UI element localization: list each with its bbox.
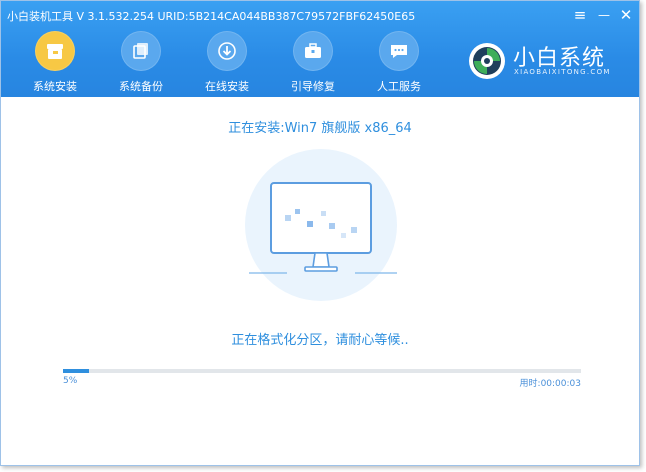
brand-url: XIAOBAIXITONG.COM	[514, 68, 611, 76]
installer-window: 小白装机工具 V 3.1.532.254 URID:5B214CA044BB38…	[0, 0, 640, 466]
window-title: 小白装机工具 V 3.1.532.254 URID:5B214CA044BB38…	[7, 10, 416, 23]
install-title: 正在安装:Win7 旗舰版 x86_64	[228, 121, 412, 136]
monitor-illustration	[245, 149, 397, 301]
progress-bar	[63, 369, 581, 373]
brand-logo: 小白系统 XIAOBAIXITONG.COM	[467, 39, 627, 85]
nav-circle	[207, 31, 247, 71]
download-icon	[218, 42, 236, 60]
progress-percent: 5%	[63, 376, 78, 386]
minimize-button[interactable]: —	[595, 6, 613, 24]
menu-button[interactable]: ≡	[571, 6, 589, 24]
nav-circle	[35, 31, 75, 71]
elapsed-time: 用时:00:00:03	[519, 379, 581, 389]
nav-item-online-install[interactable]: 在线安装	[187, 31, 267, 93]
progress-fill	[63, 369, 89, 373]
close-button[interactable]: ✕	[617, 6, 635, 24]
nav-label: 在线安装	[205, 80, 249, 93]
nav-label: 引导修复	[291, 80, 335, 93]
nav-circle	[379, 31, 419, 71]
nav-item-manual-service[interactable]: 人工服务	[359, 31, 439, 93]
nav-item-system-install[interactable]: 系统安装	[15, 31, 95, 93]
nav-item-boot-repair[interactable]: 引导修复	[273, 31, 353, 93]
nav-item-system-backup[interactable]: 系统备份	[101, 31, 181, 93]
box-icon	[47, 44, 63, 59]
toolbox-icon	[305, 43, 321, 58]
header-bar: 小白装机工具 V 3.1.532.254 URID:5B214CA044BB38…	[1, 1, 639, 97]
nav-circle	[121, 31, 161, 71]
nav-circle	[293, 31, 333, 71]
nav-label: 系统安装	[33, 80, 77, 93]
backup-icon	[133, 43, 148, 59]
chat-icon	[391, 45, 407, 58]
nav-label: 人工服务	[377, 80, 421, 93]
nav-label: 系统备份	[119, 80, 163, 93]
install-status: 正在格式化分区，请耐心等候..	[231, 333, 409, 348]
close-icon: ✕	[619, 6, 633, 24]
minimize-icon: —	[598, 8, 610, 22]
logo-icon	[469, 43, 505, 79]
menu-icon: ≡	[573, 6, 587, 24]
